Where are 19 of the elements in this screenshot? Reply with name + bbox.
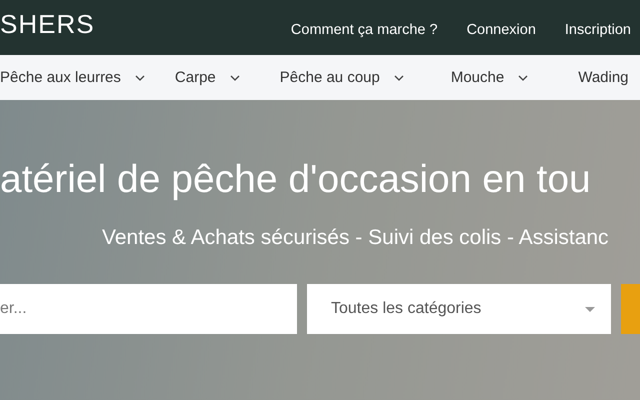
chevron-down-icon (394, 74, 404, 80)
category-menu[interactable]: Pêche au coup (280, 69, 404, 86)
search-field[interactable]: er... (0, 284, 297, 334)
caret-icon (585, 306, 595, 312)
category-menu[interactable]: Mouche (450, 69, 528, 86)
hero-title: atériel de pêche d'occasion en tou (0, 158, 592, 202)
logo[interactable]: SHERS (0, 9, 95, 40)
nav-link[interactable]: Connexion (466, 22, 536, 38)
nav-link[interactable]: Comment ça marche ? (290, 22, 438, 38)
category-menu[interactable]: Wading (578, 69, 629, 86)
category-menu[interactable]: Pêche aux leurres (0, 69, 145, 86)
nav-link[interactable]: Inscription (564, 22, 631, 38)
chevron-down-icon (518, 74, 528, 80)
chevron-down-icon (230, 74, 240, 80)
search-button[interactable] (621, 284, 640, 334)
chevron-down-icon (134, 74, 145, 80)
hero-subtitle: Ventes & Achats sécurisés - Suivi des colis - Assistanc (102, 226, 610, 250)
category-menu[interactable]: Carpe (174, 69, 240, 86)
category-select[interactable]: Toutes les catégories (307, 284, 611, 334)
